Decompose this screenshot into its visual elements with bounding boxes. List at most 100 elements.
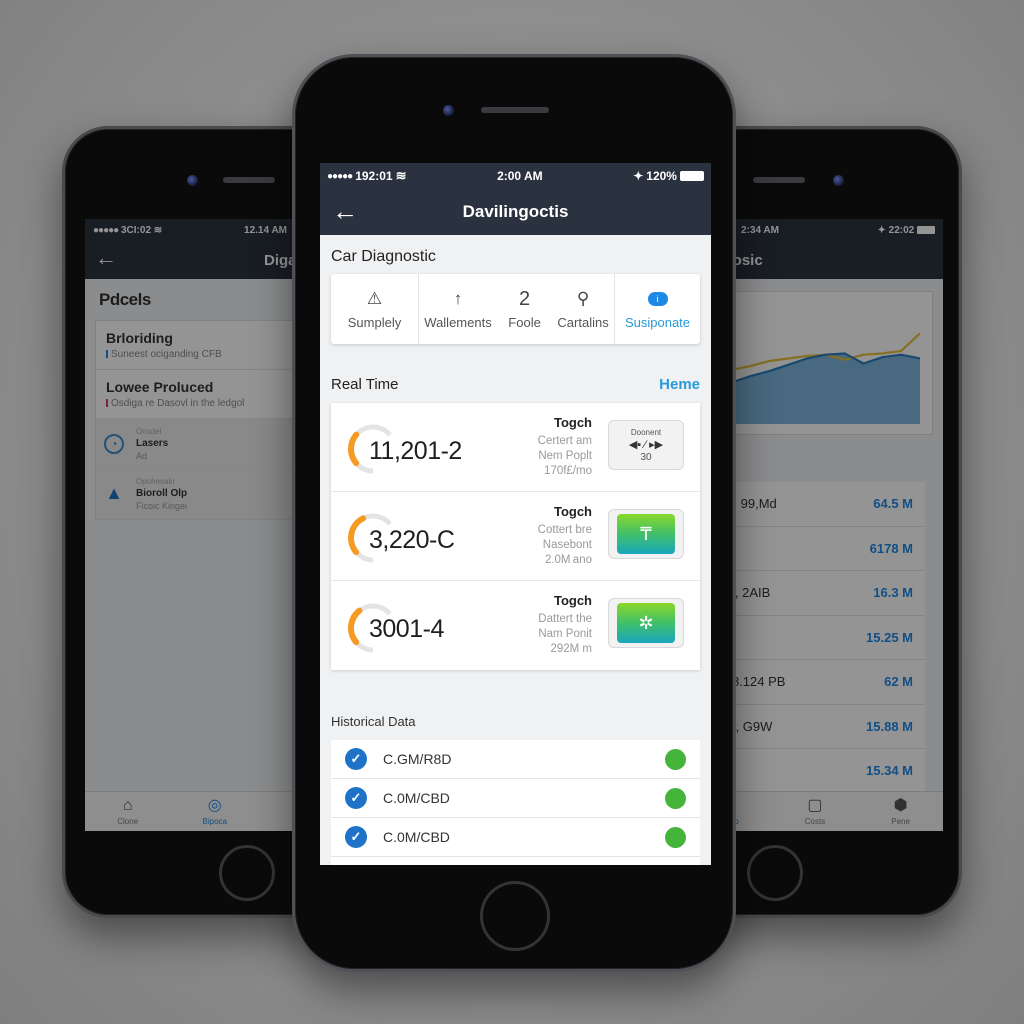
segment-sumplely[interactable]: ⚠ Sumplely xyxy=(331,274,419,344)
segment-label: Susiponate xyxy=(624,314,691,330)
reading-value: 3,220-C xyxy=(369,526,455,554)
checkmark-icon[interactable]: ✓ xyxy=(345,748,367,770)
home-button[interactable] xyxy=(480,881,550,951)
meta-label: Togch xyxy=(553,504,592,519)
meta-line: 292M m xyxy=(550,643,592,655)
home-icon: ⌂ xyxy=(122,797,133,814)
segment-label: Wallements xyxy=(424,314,492,330)
row-value: 16.3 M xyxy=(873,585,913,601)
time-label: 12.14 AM xyxy=(244,224,287,236)
carrier-label: 192:01 xyxy=(355,169,393,183)
arrow-up-icon: ↑ xyxy=(453,288,463,308)
item-text: C.GM/R8D xyxy=(383,751,452,767)
row-value: 15.88 M xyxy=(866,718,913,734)
row-sub: Ad xyxy=(136,450,148,461)
realtime-header: Real Time Heme xyxy=(331,344,700,403)
battery-group: ✦ 120% xyxy=(633,169,704,183)
meta-line: 2.0M ano xyxy=(544,554,592,566)
sensor-tile-panel[interactable]: ₸ xyxy=(608,509,684,559)
realtime-row[interactable]: 3001-4 Togch Dattert the Nam Ponit 292M … xyxy=(331,581,700,670)
status-dot-icon xyxy=(665,826,686,848)
row-title: Bioroll Olp xyxy=(136,487,188,499)
segment-label: Sumplely xyxy=(347,314,402,330)
location-icon: ✦ xyxy=(633,169,644,183)
sensor-tile-panel[interactable]: ✲ xyxy=(608,598,684,648)
battery-icon xyxy=(679,171,704,181)
wifi-icon: ≋ xyxy=(395,168,407,183)
row-value: 64.5 M xyxy=(873,496,913,512)
row-value: 15.34 M xyxy=(866,763,913,779)
checkmark-icon[interactable]: ✓ xyxy=(345,787,367,809)
home-button[interactable] xyxy=(219,845,275,901)
meta-line: Nam Ponit xyxy=(538,628,592,640)
nav-title: Davilingoctis xyxy=(462,202,569,221)
tab-home[interactable]: ⌂ Clone xyxy=(117,797,138,826)
speaker-grille xyxy=(223,177,275,183)
sensor-icon: ✲ xyxy=(617,603,675,643)
device-panel[interactable]: Doonent ◀▪ ∕ ▸▶ 30 xyxy=(608,420,684,470)
status-dot-icon xyxy=(665,787,686,809)
front-camera xyxy=(443,105,454,116)
link-icon: ⚲ xyxy=(576,288,590,308)
meta-line: Certert am xyxy=(537,435,592,447)
diagnostic-segment-control: ⚠ Sumplely ↑ Wallements 2 Foole ⚲ Cartal… xyxy=(331,274,700,344)
gauge-icon: ◔ xyxy=(104,433,124,454)
tab-pene[interactable]: ⬢ Pene xyxy=(891,797,910,826)
meta-line: Nasebont xyxy=(542,539,592,551)
front-camera xyxy=(187,175,198,186)
nav-bar: ← Davilingoctis xyxy=(320,189,711,235)
meta-line: Nem Poplt xyxy=(538,450,592,462)
speaker-grille xyxy=(481,107,549,113)
ring-icon: ◎ xyxy=(207,797,222,814)
realtime-row[interactable]: 11,201-2 Togch Certert am Nem Poplt 170f… xyxy=(331,403,700,492)
meta-line: Dattert the xyxy=(538,613,592,625)
row-value: 15.25 M xyxy=(866,629,913,645)
main-phone-screen: ●●●●● 192:01 ≋ 2:00 AM ✦ 120% ← Daviling… xyxy=(320,163,711,865)
list-item[interactable]: ✓ C.0M/CBD xyxy=(331,818,700,857)
battery-icon xyxy=(917,225,935,234)
gauge-fill xyxy=(348,431,360,467)
realtime-row[interactable]: 3,220-C Togch Cottert bre Nasebont 2.0M … xyxy=(331,492,700,581)
segment-label: Cartalins xyxy=(557,314,609,330)
gauge-fill xyxy=(348,515,367,556)
carrier-group: ●●●●● 192:01 ≋ xyxy=(327,168,406,184)
segment-label: Foole xyxy=(508,314,541,330)
list-item[interactable]: ✓ C.0M/CBD xyxy=(331,779,700,818)
reading-meta: Togch Dattert the Nam Ponit 292M m xyxy=(538,593,592,657)
home-link[interactable]: Heme xyxy=(659,376,700,393)
battery-label: ✦ 22:02 xyxy=(877,225,935,236)
time-label: 2:00 AM xyxy=(497,169,543,183)
meta-label: Togch xyxy=(553,415,592,430)
panel-caption: Doonent xyxy=(630,427,662,437)
number-icon: 2 xyxy=(519,287,531,310)
item-text: C.0M/CBD xyxy=(383,790,450,806)
tab-bipoca[interactable]: ◎ Bipoca xyxy=(203,797,227,826)
segment-wallements[interactable]: ↑ Wallements xyxy=(424,289,491,330)
reading-value: 3001-4 xyxy=(369,615,444,643)
item-text: C.0M/CBD xyxy=(383,829,450,845)
calendar-icon: ▢ xyxy=(807,797,823,814)
home-button[interactable] xyxy=(747,845,803,901)
realtime-card: 11,201-2 Togch Certert am Nem Poplt 170f… xyxy=(331,403,700,670)
warning-cloud-icon: ⚠ xyxy=(366,288,383,308)
row-sub: Ficoic Kingei xyxy=(136,500,188,511)
segment-susiponate[interactable]: i Susiponate xyxy=(615,274,700,344)
info-icon: i xyxy=(647,291,668,306)
tab-costs[interactable]: ▢ Costs xyxy=(805,797,825,826)
back-arrow-icon[interactable]: ← xyxy=(332,197,358,225)
checkmark-icon[interactable]: ✓ xyxy=(345,826,367,848)
reading-value: 11,201-2 xyxy=(369,437,462,465)
historical-title: Historical Data xyxy=(331,714,416,729)
reading-meta: Togch Cottert bre Nasebont 2.0M ano xyxy=(538,504,592,568)
list-item[interactable]: ✓ C.GM/R8D xyxy=(331,740,700,779)
segment-cartalins[interactable]: ⚲ Cartalins xyxy=(557,289,608,330)
reading-meta: Togch Certert am Nem Poplt 170f£/mo xyxy=(538,415,592,479)
back-arrow-icon[interactable]: ← xyxy=(95,245,117,271)
segment-group: ↑ Wallements 2 Foole ⚲ Cartalins xyxy=(419,274,615,344)
location-icon: ✦ xyxy=(877,224,886,236)
segment-foole[interactable]: 2 Foole xyxy=(508,289,541,330)
row-caption: Onsdel xyxy=(136,426,162,436)
gauge-fill xyxy=(348,607,363,645)
historical-list: ✓ C.GM/R8D ✓ C.0M/CBD ✓ C.0M/CBD xyxy=(331,740,700,865)
list-item[interactable] xyxy=(331,857,700,865)
